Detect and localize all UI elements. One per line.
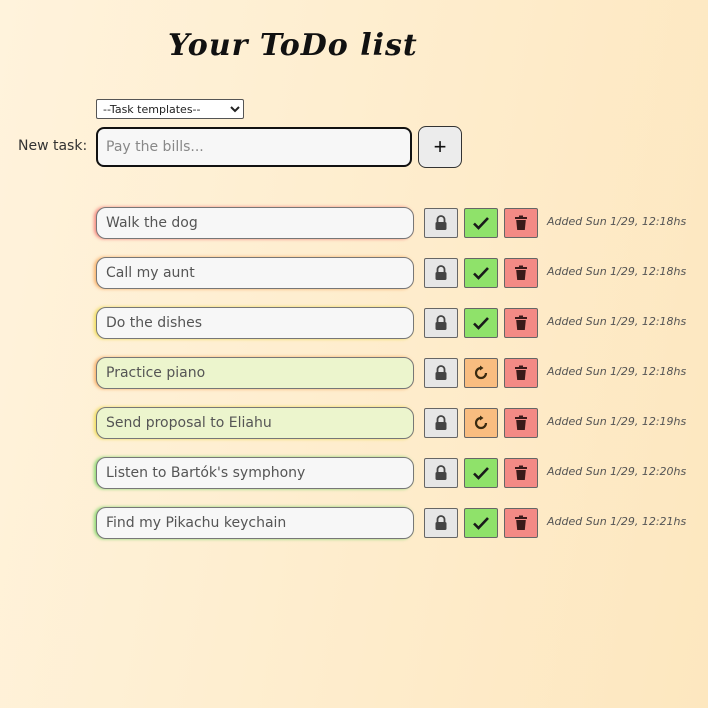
added-timestamp: Added Sun 1/29, 12:19hs: [547, 415, 687, 428]
refresh-icon: [474, 415, 488, 430]
new-task-input[interactable]: [96, 127, 412, 167]
added-timestamp: Added Sun 1/29, 12:18hs: [547, 215, 687, 228]
lock-button[interactable]: [424, 458, 458, 488]
delete-button[interactable]: [504, 358, 538, 388]
lock-icon: [435, 515, 447, 530]
complete-button[interactable]: [464, 508, 498, 538]
delete-button[interactable]: [504, 508, 538, 538]
new-task-label: New task:: [18, 138, 88, 154]
task-text[interactable]: Find my Pikachu keychain: [96, 507, 414, 539]
trash-icon: [515, 215, 527, 230]
added-timestamp: Added Sun 1/29, 12:20hs: [547, 465, 687, 478]
trash-icon: [515, 315, 527, 330]
lock-button[interactable]: [424, 358, 458, 388]
delete-button[interactable]: [504, 208, 538, 238]
added-timestamp: Added Sun 1/29, 12:18hs: [547, 365, 687, 378]
delete-button[interactable]: [504, 408, 538, 438]
trash-icon: [515, 515, 527, 530]
add-task-button[interactable]: +: [418, 126, 462, 168]
in-progress-button[interactable]: [464, 358, 498, 388]
delete-button[interactable]: [504, 458, 538, 488]
lock-icon: [435, 415, 447, 430]
page-title: Your ToDo list: [168, 28, 418, 63]
lock-icon: [435, 265, 447, 280]
task-row: Find my Pikachu keychain Added Sun 1/29,…: [96, 507, 696, 539]
added-timestamp: Added Sun 1/29, 12:21hs: [547, 515, 687, 528]
lock-icon: [435, 215, 447, 230]
added-timestamp: Added Sun 1/29, 12:18hs: [547, 315, 687, 328]
lock-button[interactable]: [424, 258, 458, 288]
complete-button[interactable]: [464, 258, 498, 288]
lock-icon: [435, 465, 447, 480]
task-text[interactable]: Call my aunt: [96, 257, 414, 289]
trash-icon: [515, 415, 527, 430]
task-row: Listen to Bartók's symphony Added Sun 1/…: [96, 457, 696, 489]
task-row: Do the dishes Added Sun 1/29, 12:18hs: [96, 307, 696, 339]
check-icon: [473, 317, 489, 330]
check-icon: [473, 217, 489, 230]
lock-button[interactable]: [424, 508, 458, 538]
task-row: Practice piano Added Sun 1/29, 12:18hs: [96, 357, 696, 389]
delete-button[interactable]: [504, 308, 538, 338]
task-row: Call my aunt Added Sun 1/29, 12:18hs: [96, 257, 696, 289]
task-text[interactable]: Walk the dog: [96, 207, 414, 239]
task-row: Walk the dog Added Sun 1/29, 12:18hs: [96, 207, 696, 239]
complete-button[interactable]: [464, 308, 498, 338]
complete-button[interactable]: [464, 458, 498, 488]
refresh-icon: [474, 365, 488, 380]
delete-button[interactable]: [504, 258, 538, 288]
check-icon: [473, 517, 489, 530]
task-text[interactable]: Do the dishes: [96, 307, 414, 339]
in-progress-button[interactable]: [464, 408, 498, 438]
lock-button[interactable]: [424, 408, 458, 438]
task-templates-select[interactable]: --Task templates--: [96, 99, 244, 119]
task-text[interactable]: Send proposal to Eliahu: [96, 407, 414, 439]
added-timestamp: Added Sun 1/29, 12:18hs: [547, 265, 687, 278]
task-text[interactable]: Listen to Bartók's symphony: [96, 457, 414, 489]
trash-icon: [515, 365, 527, 380]
task-row: Send proposal to Eliahu Added Sun 1/29, …: [96, 407, 696, 439]
lock-icon: [435, 315, 447, 330]
task-text[interactable]: Practice piano: [96, 357, 414, 389]
check-icon: [473, 267, 489, 280]
trash-icon: [515, 265, 527, 280]
lock-button[interactable]: [424, 308, 458, 338]
trash-icon: [515, 465, 527, 480]
check-icon: [473, 467, 489, 480]
complete-button[interactable]: [464, 208, 498, 238]
lock-icon: [435, 365, 447, 380]
lock-button[interactable]: [424, 208, 458, 238]
